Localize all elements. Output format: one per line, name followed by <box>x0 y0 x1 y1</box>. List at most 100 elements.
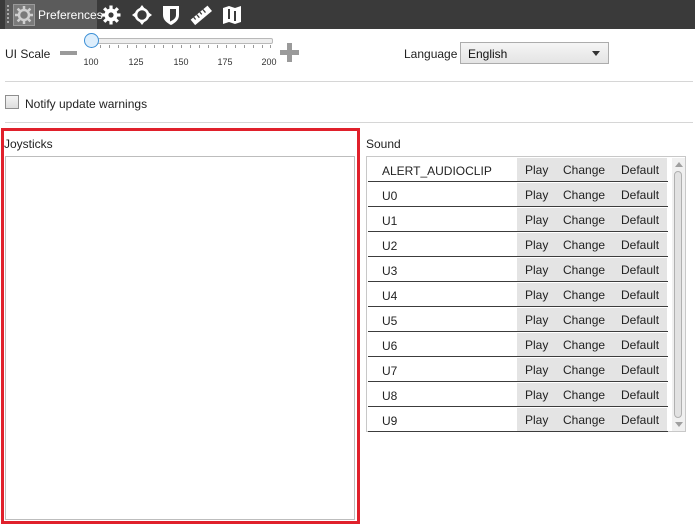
default-button[interactable]: Default <box>621 188 659 202</box>
play-button[interactable]: Play <box>525 338 548 352</box>
sound-name: ALERT_AUDIOCLIP <box>382 164 492 178</box>
play-button[interactable]: Play <box>525 213 548 227</box>
sound-row[interactable]: ALERT_AUDIOCLIP Play Change Default <box>368 158 668 182</box>
change-button[interactable]: Change <box>563 238 605 252</box>
sound-actions: Play Change Default <box>517 183 667 206</box>
preferences-gear-icon <box>13 4 35 26</box>
sound-row[interactable]: U8 Play Change Default <box>368 383 668 407</box>
sound-actions: Play Change Default <box>517 383 667 406</box>
scroll-up-icon[interactable] <box>675 162 683 167</box>
language-label: Language <box>404 47 458 61</box>
default-button[interactable]: Default <box>621 338 659 352</box>
sound-actions: Play Change Default <box>517 258 667 281</box>
change-button[interactable]: Change <box>563 338 605 352</box>
scale-tick-label: 150 <box>173 57 189 67</box>
play-button[interactable]: Play <box>525 163 548 177</box>
gear-icon[interactable] <box>100 4 122 26</box>
scale-slider-track[interactable] <box>90 38 273 44</box>
shield-icon[interactable] <box>160 4 182 26</box>
sound-actions: Play Change Default <box>517 233 667 256</box>
tab-preferences-label: Preferences <box>38 8 103 22</box>
play-button[interactable]: Play <box>525 238 548 252</box>
sound-row[interactable]: U1 Play Change Default <box>368 208 668 232</box>
play-button[interactable]: Play <box>525 188 548 202</box>
ui-scale-label: UI Scale <box>5 47 51 61</box>
sound-name: U6 <box>382 339 398 353</box>
sound-name: U1 <box>382 214 398 228</box>
sound-name: U5 <box>382 314 398 328</box>
sound-name: U0 <box>382 189 398 203</box>
sound-name: U8 <box>382 389 398 403</box>
divider <box>5 81 693 82</box>
play-button[interactable]: Play <box>525 363 548 377</box>
scale-tick-label: 125 <box>128 57 144 67</box>
default-button[interactable]: Default <box>621 163 659 177</box>
scale-increase-button[interactable] <box>280 43 299 62</box>
ruler-icon[interactable] <box>190 4 212 26</box>
scale-tick-label: 200 <box>261 57 277 67</box>
joysticks-list[interactable] <box>5 156 355 520</box>
chevron-down-icon <box>592 51 600 56</box>
play-button[interactable]: Play <box>525 413 548 427</box>
change-button[interactable]: Change <box>563 163 605 177</box>
drag-handle-icon[interactable] <box>7 5 11 25</box>
tab-preferences[interactable]: Preferences <box>5 0 103 29</box>
joystick-icon[interactable] <box>131 4 153 26</box>
sound-row[interactable]: U0 Play Change Default <box>368 183 668 207</box>
joysticks-label: Joysticks <box>4 137 53 151</box>
sound-name: U3 <box>382 264 398 278</box>
divider <box>5 122 693 123</box>
sound-actions: Play Change Default <box>517 333 667 356</box>
change-button[interactable]: Change <box>563 388 605 402</box>
default-button[interactable]: Default <box>621 363 659 377</box>
sound-row[interactable]: U3 Play Change Default <box>368 258 668 282</box>
sound-label: Sound <box>366 137 401 151</box>
top-toolbar: Preferences <box>0 0 695 29</box>
sound-row[interactable]: U9 Play Change Default <box>368 408 668 432</box>
change-button[interactable]: Change <box>563 263 605 277</box>
change-button[interactable]: Change <box>563 363 605 377</box>
play-button[interactable]: Play <box>525 263 548 277</box>
sound-name: U4 <box>382 289 398 303</box>
change-button[interactable]: Change <box>563 313 605 327</box>
change-button[interactable]: Change <box>563 213 605 227</box>
change-button[interactable]: Change <box>563 413 605 427</box>
default-button[interactable]: Default <box>621 288 659 302</box>
sound-scrollbar[interactable] <box>672 158 685 431</box>
play-button[interactable]: Play <box>525 388 548 402</box>
default-button[interactable]: Default <box>621 313 659 327</box>
sound-actions: Play Change Default <box>517 158 667 181</box>
sound-name: U9 <box>382 414 398 428</box>
sound-row[interactable]: U5 Play Change Default <box>368 308 668 332</box>
default-button[interactable]: Default <box>621 213 659 227</box>
notify-update-label[interactable]: Notify update warnings <box>25 97 147 111</box>
default-button[interactable]: Default <box>621 413 659 427</box>
default-button[interactable]: Default <box>621 238 659 252</box>
notify-update-checkbox[interactable] <box>5 95 19 109</box>
scroll-thumb[interactable] <box>674 171 682 418</box>
sound-actions: Play Change Default <box>517 358 667 381</box>
sound-list[interactable]: ALERT_AUDIOCLIP Play Change Default U0 Play Ch… <box>366 156 686 432</box>
play-button[interactable]: Play <box>525 288 548 302</box>
sound-row[interactable]: U4 Play Change Default <box>368 283 668 307</box>
sound-actions: Play Change Default <box>517 208 667 231</box>
sound-name: U2 <box>382 239 398 253</box>
language-selected-value: English <box>468 47 508 61</box>
scale-tick-label: 100 <box>83 57 99 67</box>
language-select[interactable]: English <box>460 42 609 64</box>
sound-row[interactable]: U7 Play Change Default <box>368 358 668 382</box>
change-button[interactable]: Change <box>563 288 605 302</box>
default-button[interactable]: Default <box>621 388 659 402</box>
default-button[interactable]: Default <box>621 263 659 277</box>
sound-row[interactable]: U2 Play Change Default <box>368 233 668 257</box>
change-button[interactable]: Change <box>563 188 605 202</box>
sound-actions: Play Change Default <box>517 283 667 306</box>
scale-decrease-button[interactable] <box>60 51 77 55</box>
sound-actions: Play Change Default <box>517 408 667 431</box>
sound-row[interactable]: U6 Play Change Default <box>368 333 668 357</box>
scroll-down-icon[interactable] <box>675 422 683 427</box>
map-icon[interactable] <box>221 4 243 26</box>
play-button[interactable]: Play <box>525 313 548 327</box>
scale-slider-thumb[interactable] <box>84 33 99 48</box>
sound-name: U7 <box>382 364 398 378</box>
